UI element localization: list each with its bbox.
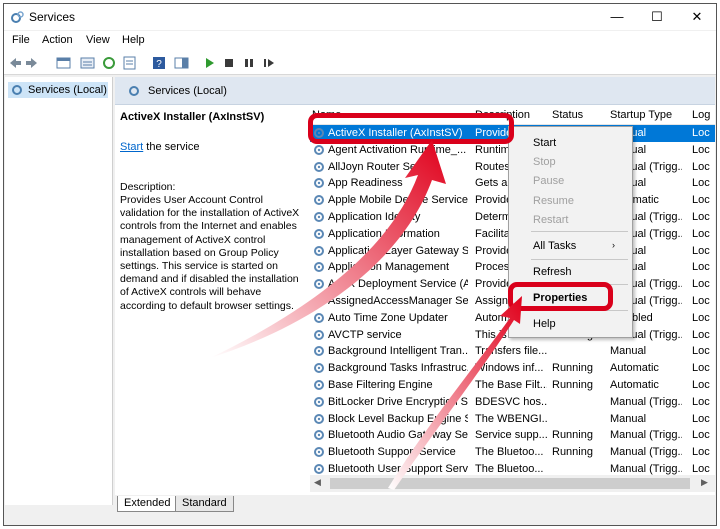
arrow-to-properties	[388, 296, 522, 490]
annotation-arrows	[210, 140, 522, 490]
arrow-to-selected-service	[210, 140, 446, 358]
